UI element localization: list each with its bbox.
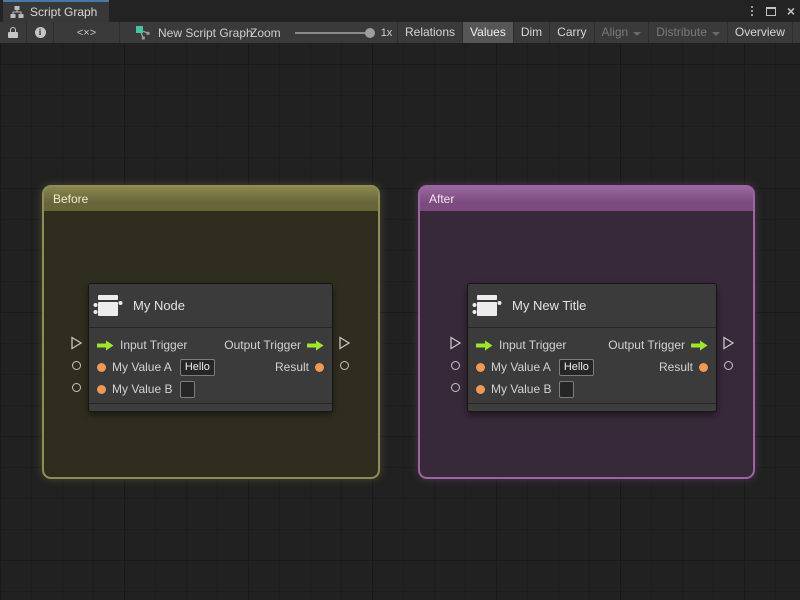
value-a-field[interactable]: Hello [179, 358, 215, 376]
node-header[interactable]: My Node [89, 284, 332, 328]
ext-value-port[interactable] [724, 360, 733, 370]
lock-icon [8, 27, 18, 38]
maximize-icon[interactable] [765, 6, 776, 16]
group-before-header[interactable]: Before [44, 187, 378, 211]
group-title: Before [53, 192, 89, 206]
node-footer [468, 403, 716, 411]
relations-button[interactable]: Relations [397, 22, 462, 43]
tab-script-graph[interactable]: Script Graph [3, 0, 110, 22]
script-graph-icon [136, 25, 150, 39]
tab-title: Script Graph [30, 5, 98, 19]
node-my-node[interactable]: My Node Input Trigger Output Trigger My … [88, 283, 333, 412]
flow-output-port-icon[interactable] [307, 340, 324, 351]
tab-bar: Script Graph × [0, 0, 800, 22]
value-a-field[interactable]: Hello [558, 358, 594, 376]
zoom-control: Zoom 1x [250, 22, 392, 43]
chevron-down-icon [633, 32, 642, 36]
node-footer [89, 403, 332, 411]
zoom-value: 1x [380, 26, 393, 39]
ext-flow-port[interactable] [722, 336, 735, 350]
value-b-field[interactable] [559, 380, 575, 398]
zoom-slider-track[interactable] [294, 31, 373, 34]
flow-output-port-icon[interactable] [691, 340, 708, 351]
value-input-port-icon[interactable] [97, 362, 106, 372]
full-screen-button[interactable]: Full Screen [791, 22, 800, 43]
node-my-new-title[interactable]: My New Title Input Trigger Output Trigge… [467, 283, 717, 412]
graph-name-breadcrumb[interactable]: New Script Graph [135, 25, 253, 41]
ext-flow-port[interactable] [338, 336, 351, 350]
value-b-field[interactable] [180, 380, 196, 398]
flow-input-port-icon[interactable] [97, 340, 114, 351]
value-input-port-icon[interactable] [476, 362, 485, 372]
graph-hierarchy-icon [10, 6, 24, 18]
ext-flow-port[interactable] [449, 336, 462, 350]
unit-icon [472, 294, 502, 316]
group-after-header[interactable]: After [420, 187, 753, 211]
values-button[interactable]: Values [462, 22, 513, 43]
node-header[interactable]: My New Title [468, 284, 716, 328]
ext-value-port[interactable] [451, 382, 460, 392]
ext-value-port[interactable] [451, 360, 460, 370]
ext-value-port[interactable] [340, 360, 349, 370]
zoom-slider[interactable] [294, 27, 375, 38]
value-input-port-icon[interactable] [97, 384, 106, 394]
overview-button[interactable]: Overview [726, 22, 792, 43]
graph-name-label: New Script Graph [158, 25, 253, 40]
chevron-down-icon [711, 32, 720, 36]
lock-button[interactable] [0, 22, 27, 43]
unit-icon [93, 294, 123, 316]
dim-button[interactable]: Dim [512, 22, 549, 43]
code-icon: <×> [76, 26, 97, 39]
zoom-slider-handle[interactable] [364, 27, 375, 38]
group-title: After [429, 192, 455, 206]
info-icon: i [34, 27, 46, 38]
node-title: My Node [133, 298, 186, 313]
graph-canvas[interactable]: Before After My Node Input Trigger Outpu… [0, 43, 800, 600]
align-dropdown[interactable]: Align [593, 22, 649, 43]
ext-value-port[interactable] [72, 382, 81, 392]
value-input-port-icon[interactable] [476, 384, 485, 394]
node-title: My New Title [512, 298, 587, 313]
zoom-label: Zoom [250, 25, 281, 40]
toolbar: i <×> New Script Graph Zoom 1x Relations… [0, 22, 800, 43]
close-icon[interactable]: × [787, 4, 795, 18]
ext-flow-port[interactable] [70, 336, 83, 350]
value-output-port-icon[interactable] [315, 362, 324, 372]
value-output-port-icon[interactable] [699, 362, 708, 372]
flow-input-port-icon[interactable] [476, 340, 493, 351]
menu-icon[interactable] [749, 4, 755, 18]
ext-value-port[interactable] [72, 360, 81, 370]
code-preview-button[interactable]: <×> [54, 22, 120, 43]
info-button[interactable]: i [27, 22, 54, 43]
carry-button[interactable]: Carry [549, 22, 593, 43]
distribute-dropdown[interactable]: Distribute [648, 22, 727, 43]
